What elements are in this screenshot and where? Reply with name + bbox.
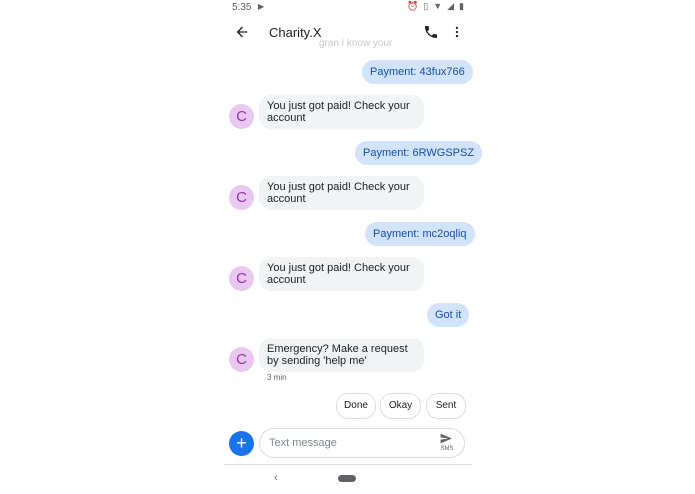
avatar[interactable]: C bbox=[229, 185, 254, 210]
nav-home-pill[interactable] bbox=[338, 475, 356, 482]
outgoing-message[interactable]: Payment: mc2oqliq bbox=[365, 222, 475, 246]
wifi-icon: ▼ bbox=[433, 1, 443, 11]
scrolled-message-ghost: gran i know your bbox=[319, 38, 393, 49]
phone-icon[interactable] bbox=[423, 24, 439, 40]
avatar[interactable]: C bbox=[229, 104, 254, 129]
more-vert-icon[interactable] bbox=[450, 24, 464, 40]
avatar[interactable]: C bbox=[229, 266, 254, 291]
suggestion-chip-done[interactable]: Done bbox=[336, 393, 376, 419]
nav-divider bbox=[224, 464, 472, 465]
message-composer: + Text message SMS bbox=[224, 428, 472, 460]
status-time: 5:35 bbox=[232, 2, 252, 13]
send-icon bbox=[440, 433, 452, 444]
outgoing-message[interactable]: Payment: 43fux766 bbox=[362, 60, 473, 84]
play-store-icon: ▶ bbox=[258, 2, 265, 11]
arrow-left-icon[interactable] bbox=[234, 24, 250, 40]
status-icons: ⏰ ▯ ▼ ◢ ▮ bbox=[407, 1, 464, 12]
vibrate-icon: ▯ bbox=[423, 1, 429, 11]
incoming-message[interactable]: Emergency? Make a request by sending 'he… bbox=[259, 338, 424, 372]
alarm-icon: ⏰ bbox=[407, 1, 419, 11]
outgoing-message[interactable]: Got it bbox=[427, 303, 470, 327]
message-input[interactable]: Text message SMS bbox=[259, 428, 465, 458]
nav-back-icon[interactable]: ‹ bbox=[274, 472, 278, 484]
incoming-message[interactable]: You just got paid! Check your account bbox=[259, 257, 424, 291]
status-bar: 5:35 ▶ ⏰ ▯ ▼ ◢ ▮ bbox=[224, 0, 472, 16]
message-input-placeholder: Text message bbox=[269, 437, 337, 449]
incoming-message[interactable]: You just got paid! Check your account bbox=[259, 176, 424, 210]
plus-icon[interactable]: + bbox=[229, 431, 254, 456]
messaging-screen: 5:35 ▶ ⏰ ▯ ▼ ◢ ▮ gran i know your Charit… bbox=[224, 0, 483, 494]
signal-icon: ◢ bbox=[447, 1, 455, 11]
suggestion-chip-okay[interactable]: Okay bbox=[380, 393, 421, 419]
battery-icon: ▮ bbox=[459, 1, 464, 11]
suggestion-chip-sent[interactable]: Sent bbox=[426, 393, 466, 419]
app-bar: gran i know your Charity.X bbox=[224, 16, 472, 50]
send-sms-label: SMS bbox=[440, 446, 454, 452]
message-timestamp: 3 min bbox=[267, 373, 287, 382]
conversation-title: Charity.X bbox=[269, 25, 322, 40]
avatar[interactable]: C bbox=[229, 347, 254, 372]
send-button[interactable]: SMS bbox=[439, 432, 455, 454]
incoming-message[interactable]: You just got paid! Check your account bbox=[259, 95, 424, 129]
outgoing-message[interactable]: Payment: 6RWGSPSZ bbox=[355, 141, 483, 165]
